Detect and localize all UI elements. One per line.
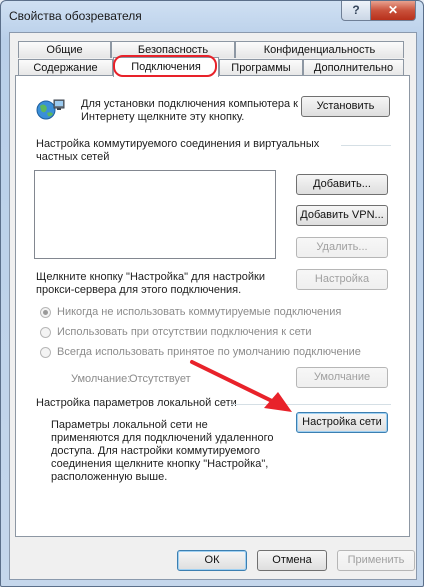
apply-button[interactable]: Применить [337, 550, 415, 571]
radio-dial-when-no-network[interactable] [40, 327, 51, 338]
default-button[interactable]: Умолчание [296, 367, 388, 388]
settings-button[interactable]: Настройка [296, 269, 388, 290]
lan-settings-button[interactable]: Настройка сети [296, 412, 388, 433]
default-label: Умолчание: [71, 373, 131, 385]
lan-text: Параметры локальной сети не применяются … [51, 419, 274, 483]
highlight-ring [113, 55, 217, 77]
add-button[interactable]: Добавить... [296, 174, 388, 195]
arrow-icon [186, 356, 296, 416]
title-bar[interactable]: Свойства обозревателя ? ✕ [1, 1, 423, 29]
proxy-text: Щелкните кнопку "Настройка" для настройк… [36, 271, 265, 296]
radio-always-dial[interactable] [40, 347, 51, 358]
connections-list[interactable] [34, 170, 276, 259]
ok-button[interactable]: ОК [177, 550, 247, 571]
radio-dial-when-no-network-label: Использовать при отсутствии подключения … [57, 326, 312, 338]
help-button[interactable]: ? [341, 1, 371, 21]
internet-options-window: Свойства обозревателя ? ✕ Общие Безопасн… [0, 0, 424, 587]
setup-button[interactable]: Установить [301, 96, 390, 117]
tab-programs[interactable]: Программы [219, 59, 303, 76]
tab-content[interactable]: Содержание [18, 59, 113, 76]
tab-advanced[interactable]: Дополнительно [303, 59, 404, 76]
radio-never-dial-label: Никогда не использовать коммутируемые по… [57, 306, 342, 318]
remove-button[interactable]: Удалить... [296, 237, 388, 258]
close-button[interactable]: ✕ [370, 1, 416, 21]
group-separator [341, 145, 391, 146]
cancel-button[interactable]: Отмена [257, 550, 327, 571]
setup-text: Для установки подключения компьютера к И… [81, 98, 298, 123]
tab-general[interactable]: Общие [18, 41, 111, 58]
dialup-heading: Настройка коммутируемого соединения и ви… [36, 138, 320, 163]
add-vpn-button[interactable]: Добавить VPN... [296, 205, 388, 226]
window-title: Свойства обозревателя [9, 9, 142, 23]
globe-network-icon [34, 97, 66, 121]
default-value: Отсутствует [129, 373, 191, 385]
tab-privacy[interactable]: Конфиденциальность [235, 41, 404, 58]
radio-never-dial[interactable] [40, 307, 51, 318]
